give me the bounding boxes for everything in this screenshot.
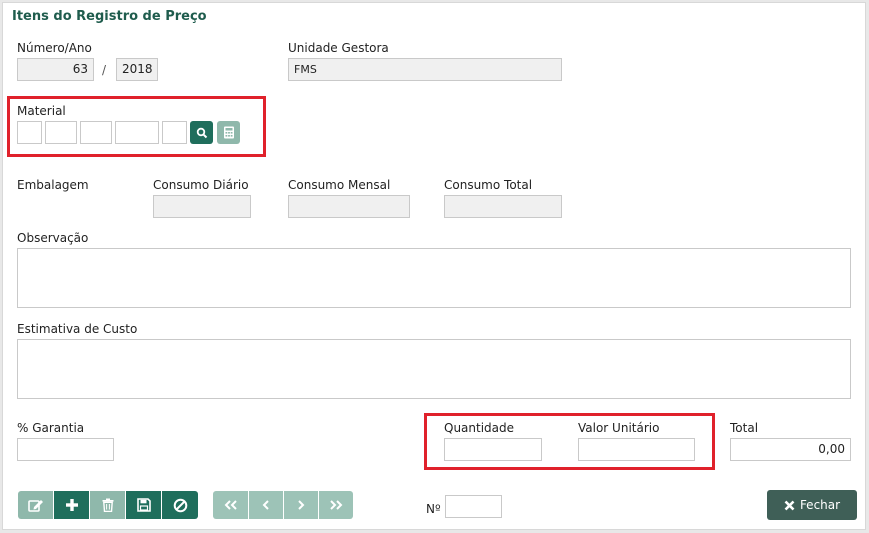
save-button[interactable] [126, 491, 161, 519]
observacao-label: Observação [17, 231, 89, 245]
panel-title: Itens do Registro de Preço [12, 9, 207, 24]
cancel-icon [173, 498, 187, 512]
consumo-diario-label: Consumo Diário [153, 178, 249, 192]
quantidade-valor-highlight-box [424, 413, 715, 470]
edit-button[interactable] [18, 491, 53, 519]
unidade-gestora-label: Unidade Gestora [288, 41, 389, 55]
total-label: Total [730, 421, 759, 435]
unidade-gestora-field[interactable]: FMS [288, 58, 562, 81]
consumo-total-field[interactable] [444, 195, 562, 218]
close-icon [784, 500, 795, 510]
numero-label: Nº [426, 502, 441, 516]
total-field[interactable]: 0,00 [730, 438, 851, 461]
fechar-button[interactable]: Fechar [767, 490, 857, 520]
estimativa-label: Estimativa de Custo [17, 322, 138, 336]
next-icon [298, 500, 305, 510]
delete-button[interactable] [90, 491, 125, 519]
consumo-mensal-label: Consumo Mensal [288, 178, 391, 192]
estimativa-textarea[interactable] [17, 339, 851, 399]
numero-field[interactable]: 63 [17, 58, 94, 81]
consumo-diario-field[interactable] [153, 195, 251, 218]
fechar-label: Fechar [799, 498, 841, 512]
first-record-button[interactable] [213, 491, 248, 519]
last-icon [330, 500, 343, 510]
next-record-button[interactable] [284, 491, 318, 519]
numero-record-field[interactable] [445, 495, 502, 518]
consumo-mensal-field[interactable] [288, 195, 410, 218]
prev-icon [262, 500, 269, 510]
trash-icon [102, 498, 113, 512]
first-icon [224, 500, 237, 510]
edit-icon [27, 499, 43, 512]
embalagem-label: Embalagem [17, 178, 89, 192]
observacao-textarea[interactable] [17, 248, 851, 308]
plus-icon [65, 499, 78, 511]
numero-ano-label: Número/Ano [17, 41, 92, 55]
material-highlight-box [7, 96, 266, 157]
cancel-button[interactable] [162, 491, 198, 519]
ano-field[interactable]: 2018 [116, 58, 158, 81]
last-record-button[interactable] [319, 491, 353, 519]
consumo-total-label: Consumo Total [444, 178, 533, 192]
add-button[interactable] [54, 491, 89, 519]
garantia-label: % Garantia [17, 421, 85, 435]
numero-ano-separator: / [102, 63, 107, 77]
garantia-field[interactable] [17, 438, 114, 461]
previous-record-button[interactable] [249, 491, 283, 519]
save-icon [136, 498, 151, 512]
